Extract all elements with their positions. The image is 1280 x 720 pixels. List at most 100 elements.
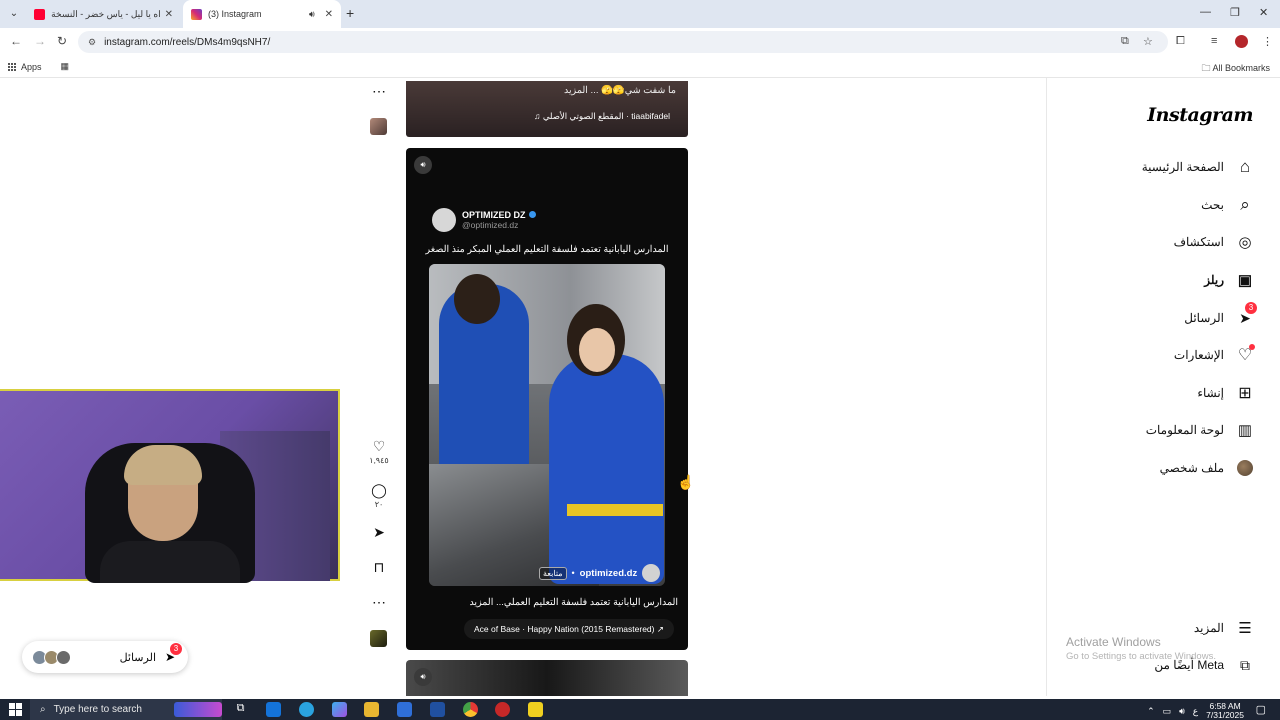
back-icon[interactable]: ←	[10, 34, 22, 48]
follow-button[interactable]: متابعة	[539, 566, 567, 580]
comment-button[interactable]: ◯ ٢٠	[369, 482, 389, 509]
sidebar-item-label: الرسائل	[1184, 311, 1224, 325]
heart-icon: ♡	[1236, 344, 1255, 364]
sidebar-item-profile[interactable]: ملف شخصي	[1160, 459, 1254, 477]
tab-title: اه يا ليل - ياس خضر - النسخة الأ	[51, 8, 161, 19]
outlook-icon[interactable]	[266, 702, 281, 717]
save-button[interactable]: ⊓	[369, 559, 389, 576]
sidebar-item-label: الصفحة الرئيسية	[1141, 160, 1224, 174]
minimize-icon[interactable]: —	[1200, 6, 1211, 18]
task-view-icon[interactable]: ⧉	[233, 702, 248, 717]
file-explorer-icon[interactable]	[364, 702, 379, 717]
next-reel[interactable]: 🔊︎	[406, 660, 688, 696]
reel-audio[interactable]: ♫ المقطع الصوتي الأصلي · tiaabifadel	[534, 111, 670, 122]
more-options-icon[interactable]: ⋯	[369, 594, 389, 611]
close-icon[interactable]: ✕	[165, 9, 173, 20]
chevron-up-icon[interactable]: ⌃	[1147, 706, 1155, 717]
restore-icon[interactable]: ❐	[1230, 6, 1240, 19]
tab-youtube[interactable]: اه يا ليل - ياس خضر - النسخة الأ ✕	[26, 0, 181, 28]
all-bookmarks-label: All Bookmarks	[1212, 63, 1270, 73]
sidebar-item-home[interactable]: الصفحة الرئيسية ⌂	[1141, 157, 1254, 176]
new-tab-button[interactable]: +	[346, 5, 354, 21]
dashboard-icon: ▥	[1237, 422, 1253, 439]
sidebar-item-label: لوحة المعلومات	[1145, 423, 1224, 437]
post-text: المدارس اليابانية تعتمد فلسفة التعليم ال…	[425, 244, 669, 255]
speaker-icon[interactable]: 🔊︎	[309, 9, 315, 20]
sidebar-item-dashboard[interactable]: لوحة المعلومات ▥	[1146, 421, 1254, 439]
like-button[interactable]: ♡ ١,٩٤٥	[369, 438, 389, 465]
hand-cursor-icon: ☝	[677, 474, 695, 490]
sticky-notes-icon[interactable]	[528, 702, 543, 717]
apps-grid-icon	[8, 62, 16, 71]
search-highlight-icon[interactable]	[174, 702, 222, 717]
more-options-icon[interactable]: ⋯	[369, 83, 389, 100]
store-icon[interactable]	[397, 702, 412, 717]
extensions-icon[interactable]: ⧠	[1176, 35, 1185, 48]
reels-icon: ▣	[1237, 272, 1253, 289]
url-text: instagram.com/reels/DMs4m9qsNH7/	[104, 36, 271, 48]
reload-icon[interactable]: ↻	[57, 34, 67, 48]
tab-title: (3) Instagram	[208, 9, 262, 19]
audio-thumbnail[interactable]	[370, 630, 387, 647]
reel-author-avatar[interactable]	[642, 564, 661, 582]
obs-icon[interactable]	[495, 702, 510, 717]
profile-avatar	[1237, 460, 1253, 476]
menu-kebab-icon[interactable]: ⋮	[1262, 35, 1273, 48]
site-info-icon[interactable]: ⚙	[88, 37, 96, 48]
security-icon[interactable]	[430, 702, 445, 717]
sidebar-item-explore[interactable]: استكشاف ◎	[1174, 233, 1254, 251]
tab-search-chevron-icon[interactable]: ⌄	[6, 6, 22, 22]
tab-groups-icon[interactable]: ▦	[61, 61, 70, 72]
sidebar-item-search[interactable]: بحث ⌕	[1201, 195, 1254, 214]
sidebar-item-messages[interactable]: الرسائل ➤ 3	[1184, 302, 1257, 327]
audio-thumbnail[interactable]	[370, 118, 387, 135]
profile-avatar[interactable]	[1235, 35, 1248, 48]
video-figure-face	[579, 328, 615, 372]
edge-icon[interactable]	[299, 702, 314, 717]
avatar	[56, 649, 71, 665]
network-icon[interactable]: ▭	[1163, 706, 1172, 717]
media-controls-icon[interactable]: ≡	[1211, 35, 1217, 47]
messenger-icon: ➤ 3	[162, 643, 182, 665]
windows-start-icon[interactable]	[9, 703, 22, 716]
reel-audio[interactable]: Ace of Base · Happy Nation (2015 Remaste…	[464, 619, 674, 639]
close-icon[interactable]: ✕	[325, 9, 333, 20]
instagram-logo[interactable]: Instagram	[1147, 104, 1253, 126]
install-app-icon[interactable]: ⧉	[1121, 35, 1129, 48]
reel-username[interactable]: optimized.dz	[580, 568, 638, 579]
verified-icon	[528, 211, 536, 218]
messages-badge: 3	[1245, 302, 1257, 314]
messages-pill[interactable]: الرسائل ➤ 3	[22, 641, 188, 673]
clock[interactable]: 6:58 AM 7/31/2025	[1206, 702, 1244, 720]
sidebar-item-more[interactable]: المزيد ☰	[1194, 619, 1254, 637]
reel-caption[interactable]: ما شفت شي🫣🫣 ... المزيد	[564, 85, 676, 96]
youtube-icon	[34, 8, 45, 20]
all-bookmarks[interactable]: 🗀︎ All Bookmarks	[1201, 61, 1270, 77]
speaker-icon[interactable]: 🔊︎	[414, 156, 432, 174]
forward-icon[interactable]: →	[34, 34, 46, 48]
activate-windows-subtitle: Go to Settings to activate Windows.	[1066, 651, 1216, 662]
share-button[interactable]: ➤	[369, 524, 389, 541]
apps-bookmark[interactable]: Apps ▦	[8, 61, 69, 72]
sidebar-item-reels[interactable]: ريلز ▣	[1204, 271, 1254, 289]
volume-icon[interactable]: 🔊︎	[1179, 706, 1185, 717]
speaker-icon[interactable]: 🔊︎	[414, 668, 432, 686]
tab-instagram[interactable]: (3) Instagram 🔊︎ ✕	[183, 0, 341, 28]
messenger-icon: ➤ 3	[1236, 302, 1257, 327]
reel-player[interactable]: 🔊︎ OPTIMIZED DZ @optimized.dz المدارس ال…	[406, 148, 688, 650]
previous-reel[interactable]: ما شفت شي🫣🫣 ... المزيد ♫ المقطع الصوتي ا…	[406, 81, 688, 137]
bookmark-star-icon[interactable]: ☆	[1143, 35, 1153, 48]
video-figure	[549, 354, 664, 584]
notifications-icon[interactable]: ▢	[1256, 703, 1266, 716]
sidebar-item-notifications[interactable]: الإشعارات ♡	[1174, 344, 1255, 364]
language-indicator[interactable]: ع	[1193, 706, 1198, 717]
video-frame[interactable]: متابعة • optimized.dz	[429, 264, 665, 586]
copilot-icon[interactable]	[332, 702, 347, 717]
close-window-icon[interactable]: ✕	[1259, 6, 1268, 19]
separator-dot: •	[571, 568, 575, 578]
address-bar[interactable]: ⚙ instagram.com/reels/DMs4m9qsNH7/	[78, 31, 1168, 53]
sidebar-item-create[interactable]: إنشاء ⊞	[1197, 384, 1254, 402]
reel-caption[interactable]: المدارس اليابانية تعتمد فلسفة التعليم ال…	[469, 597, 678, 608]
post-header: OPTIMIZED DZ @optimized.dz	[432, 208, 536, 232]
chrome-icon[interactable]	[463, 702, 478, 717]
